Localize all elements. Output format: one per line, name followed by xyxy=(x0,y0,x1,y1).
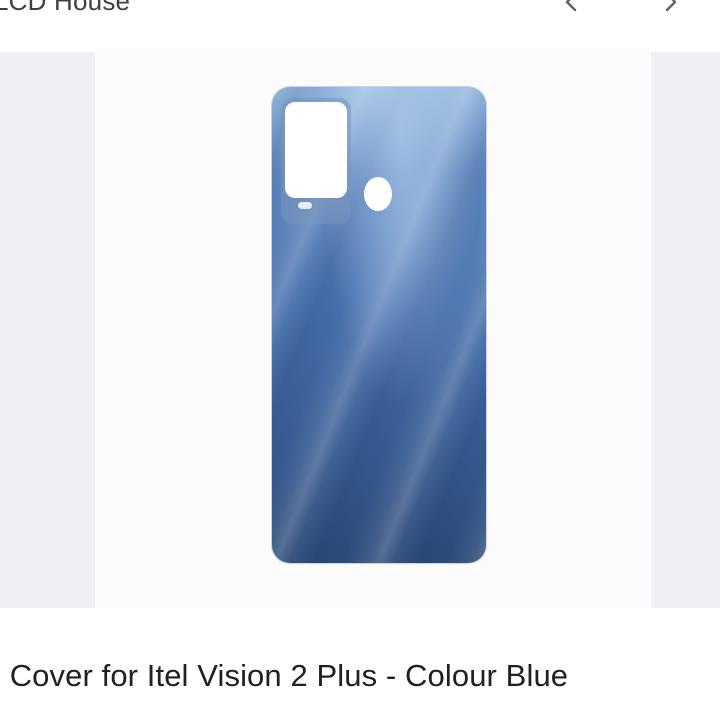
product-image[interactable] xyxy=(96,48,650,608)
store-name[interactable]: LCD House xyxy=(0,0,130,17)
flash-slot xyxy=(298,202,312,209)
fingerprint-sensor-hole xyxy=(364,177,392,211)
product-page: LCD House l Cover for Itel Vision 2 Plus… xyxy=(0,0,720,720)
chevron-right-icon xyxy=(665,0,677,12)
previous-image-preview[interactable] xyxy=(0,52,95,608)
chevron-left-icon xyxy=(565,0,577,12)
next-image-preview[interactable] xyxy=(651,52,720,608)
previous-image-button[interactable] xyxy=(552,0,592,22)
next-image-button[interactable] xyxy=(650,0,690,22)
product-title[interactable]: l Cover for Itel Vision 2 Plus - Colour … xyxy=(0,658,568,694)
image-carousel[interactable] xyxy=(0,48,720,608)
camera-cutout xyxy=(285,102,347,198)
phone-back-cover xyxy=(272,87,486,563)
